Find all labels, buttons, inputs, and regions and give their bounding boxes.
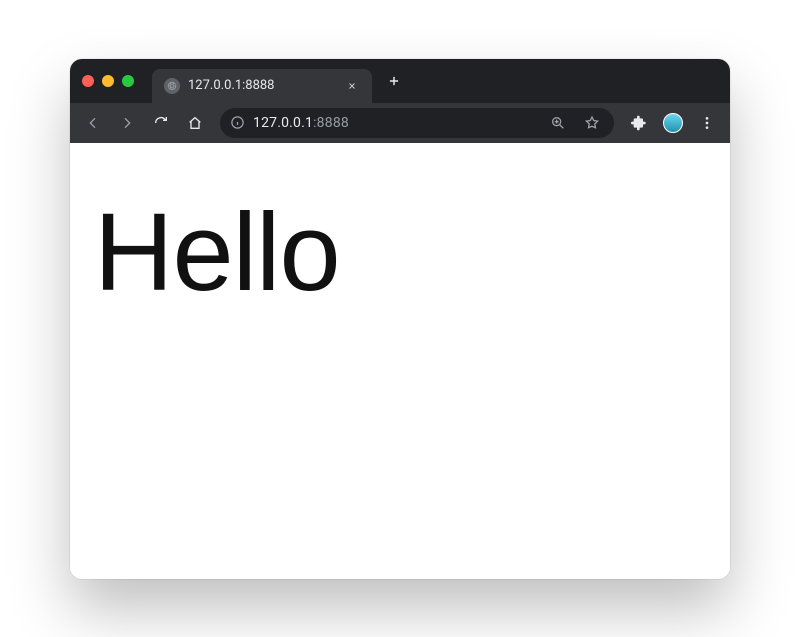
browser-window: 127.0.0.1:8888 127.0.0.1:8888 <box>70 59 730 579</box>
tab-close-button[interactable] <box>344 78 360 94</box>
omnibox-actions <box>546 111 604 135</box>
avatar-icon <box>663 113 683 133</box>
bookmark-star-icon[interactable] <box>580 111 604 135</box>
window-close-button[interactable] <box>82 75 94 87</box>
reload-button[interactable] <box>146 108 176 138</box>
zoom-icon[interactable] <box>546 111 570 135</box>
window-minimize-button[interactable] <box>102 75 114 87</box>
back-button[interactable] <box>78 108 108 138</box>
menu-button[interactable] <box>692 108 722 138</box>
address-bar[interactable]: 127.0.0.1:8888 <box>220 108 614 138</box>
home-button[interactable] <box>180 108 210 138</box>
tab-title: 127.0.0.1:8888 <box>188 78 336 93</box>
tab-strip: 127.0.0.1:8888 <box>70 59 730 103</box>
new-tab-button[interactable] <box>380 67 408 95</box>
window-controls <box>82 75 134 87</box>
extensions-button[interactable] <box>624 108 654 138</box>
globe-icon <box>164 78 180 94</box>
url-host: 127.0.0.1 <box>253 115 313 131</box>
site-info-icon[interactable] <box>230 115 245 130</box>
toolbar: 127.0.0.1:8888 <box>70 103 730 143</box>
page-heading: Hello <box>94 189 706 316</box>
page-viewport: Hello <box>70 143 730 579</box>
window-maximize-button[interactable] <box>122 75 134 87</box>
browser-tab[interactable]: 127.0.0.1:8888 <box>152 69 372 103</box>
profile-avatar[interactable] <box>658 108 688 138</box>
forward-button[interactable] <box>112 108 142 138</box>
url-port: :8888 <box>313 115 349 131</box>
url-text: 127.0.0.1:8888 <box>253 115 538 131</box>
